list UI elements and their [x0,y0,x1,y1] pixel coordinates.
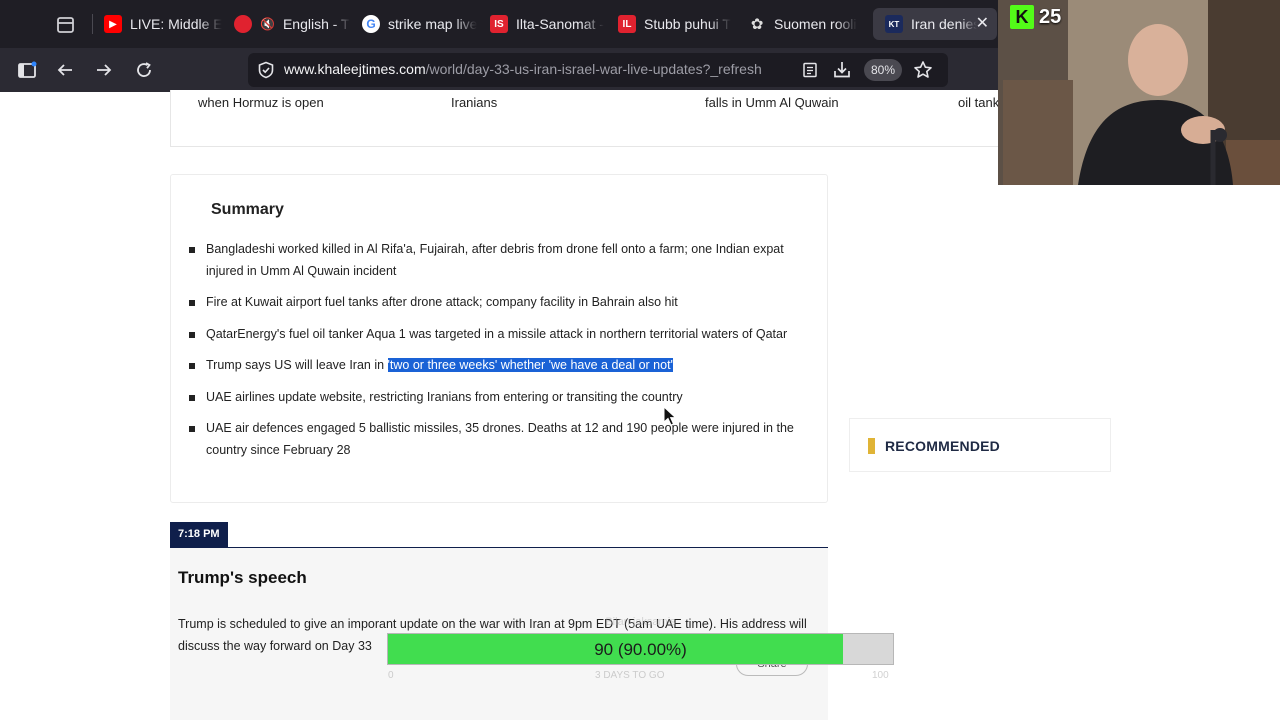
close-tab-icon[interactable]: ✕ [976,16,989,32]
summary-title: Summary [211,201,284,218]
entry-time-badge: 7:18 PM [170,522,228,547]
shield-icon[interactable] [257,61,275,79]
goal-countdown-label: 3 DAYS TO GO [595,670,665,681]
il-logo-icon: IL [618,15,636,33]
url-text[interactable]: www.khaleejtimes.com/world/day-33-us-ira… [284,61,799,77]
download-icon[interactable] [832,60,852,80]
forward-button[interactable] [91,58,117,82]
viewer-count: 25 [1039,5,1062,28]
selected-text: 'two or three weeks' whether 'we have a … [387,358,673,372]
related-story-link[interactable]: when Hormuz is open [198,95,324,110]
kt-logo-icon: KT [885,15,903,33]
tab-label: Suomen rooli [774,16,857,32]
related-stories-strip: when Hormuz is open Iranians falls in Um… [170,90,1000,147]
tab-live-middle-east[interactable]: ▶ LIVE: Middle E [92,8,222,40]
screen: ▶ LIVE: Middle E 🔇 English - T G strike … [0,0,1280,720]
tab-overview-icon [57,17,74,33]
muted-speaker-icon[interactable]: 🔇 [260,17,275,31]
youtube-icon: ▶ [104,15,122,33]
tab-strike-map[interactable]: G strike map live [350,8,478,40]
summary-item: UAE airlines update website, restricting… [189,387,809,409]
goal-max-label: 100 [872,670,889,681]
recommended-heading: RECOMMENDED [885,438,1000,454]
url-domain: www.khaleejtimes.com [284,61,426,77]
bookmark-star-icon[interactable] [913,60,933,80]
related-story-link[interactable]: oil tank [958,95,999,110]
tab-bar: ▶ LIVE: Middle E 🔇 English - T G strike … [0,0,1000,48]
web-page: when Hormuz is open Iranians falls in Um… [0,90,1280,720]
address-bar[interactable]: www.khaleejtimes.com/world/day-33-us-ira… [248,53,948,87]
summary-list: Bangladeshi worked killed in Al Rifa'a, … [189,239,809,471]
summary-item: Fire at Kuwait airport fuel tanks after … [189,292,809,314]
is-logo-icon: IS [490,15,508,33]
reload-icon [137,62,151,77]
sidebar-toggle-button[interactable] [14,58,40,82]
entry-title: Trump's speech [178,568,307,587]
mouse-cursor-icon [663,406,677,426]
recommended-section: RECOMMENDED [849,418,1111,472]
stream-viewer-badge: K 25 [1010,4,1061,30]
tab-stubb[interactable]: IL Stubb puhui T [606,8,736,40]
summary-item: Trump says US will leave Iran in 'two or… [189,355,809,377]
arrow-right-icon [97,64,112,76]
tab-label: English - T [282,16,350,32]
back-button[interactable] [52,58,78,82]
related-story-link[interactable]: Iranians [451,95,497,110]
summary-item: Bangladeshi worked killed in Al Rifa'a, … [189,239,809,282]
zoom-level-button[interactable]: 80% [864,59,903,81]
reader-view-icon[interactable] [802,62,818,78]
goal-title: Bilan jaksamis [605,616,676,628]
tab-ilta-sanomat[interactable]: IS Ilta-Sanomat - [478,8,606,40]
tab-english[interactable]: 🔇 English - T [222,8,350,40]
goal-min-label: 0 [388,670,394,681]
summary-item: UAE air defences engaged 5 ballistic mis… [189,418,809,461]
tab-iran-denies[interactable]: KT Iran denies ✕ [873,8,997,40]
tab-label: Iran denies [911,16,977,32]
kick-logo-icon: K [1010,5,1034,29]
summary-item-text: Trump says US will leave Iran in [206,358,388,372]
tab-label: strike map live [388,16,478,32]
tab-label: Stubb puhui T [644,16,731,32]
tab-overview-button[interactable] [50,12,80,38]
url-path: /world/day-33-us-iran-israel-war-live-up… [425,61,762,77]
summary-item: QatarEnergy's fuel oil tanker Aqua 1 was… [189,324,809,346]
goal-progress-bar: 90 (90.00%) [387,633,894,665]
recommended-accent-bar [868,438,875,454]
tab-label: LIVE: Middle E [130,16,222,32]
google-icon: G [362,15,380,33]
tab-suomen-rooli[interactable]: ✿ Suomen rooli [736,8,866,40]
summary-box: Summary Bangladeshi worked killed in Al … [170,174,828,503]
tab-label: Ilta-Sanomat - [516,16,604,32]
reload-button[interactable] [131,58,157,82]
sidebar-icon [18,61,37,78]
chatgpt-icon: ✿ [750,16,764,33]
goal-progress-text: 90 (90.00%) [594,640,687,659]
red-circle-icon [234,15,252,33]
arrow-left-icon [57,64,72,76]
navigation-bar: www.khaleejtimes.com/world/day-33-us-ira… [0,48,1000,92]
related-story-link[interactable]: falls in Umm Al Quwain [705,95,839,110]
